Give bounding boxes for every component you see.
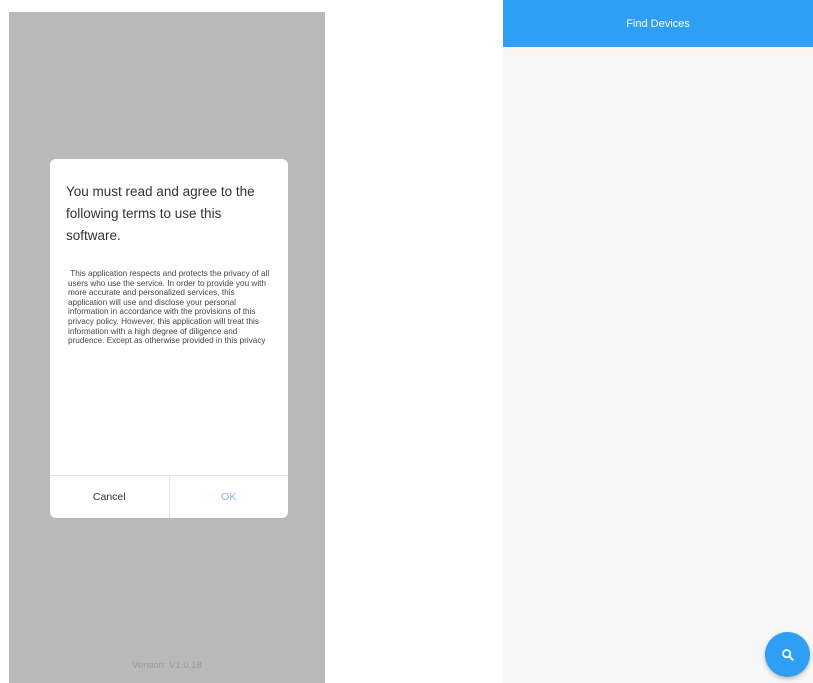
search-fab-button[interactable] — [765, 632, 810, 677]
version-label: Version: V1.0.18 — [132, 660, 202, 671]
page-title: Find Devices — [626, 17, 690, 30]
cancel-button[interactable]: Cancel — [50, 476, 169, 518]
left-screen: You must read and agree to the following… — [9, 12, 325, 683]
terms-dialog: You must read and agree to the following… — [50, 159, 288, 518]
search-icon — [781, 648, 794, 661]
dialog-buttons: Cancel OK — [50, 475, 288, 518]
dialog-body[interactable]: This application respects and protects t… — [68, 269, 272, 459]
dialog-title: You must read and agree to the following… — [66, 184, 255, 243]
subheader-strip — [503, 47, 813, 55]
app-bar: Find Devices — [503, 0, 813, 47]
ok-button[interactable]: OK — [170, 476, 289, 518]
right-screen: Find Devices — [503, 0, 813, 683]
